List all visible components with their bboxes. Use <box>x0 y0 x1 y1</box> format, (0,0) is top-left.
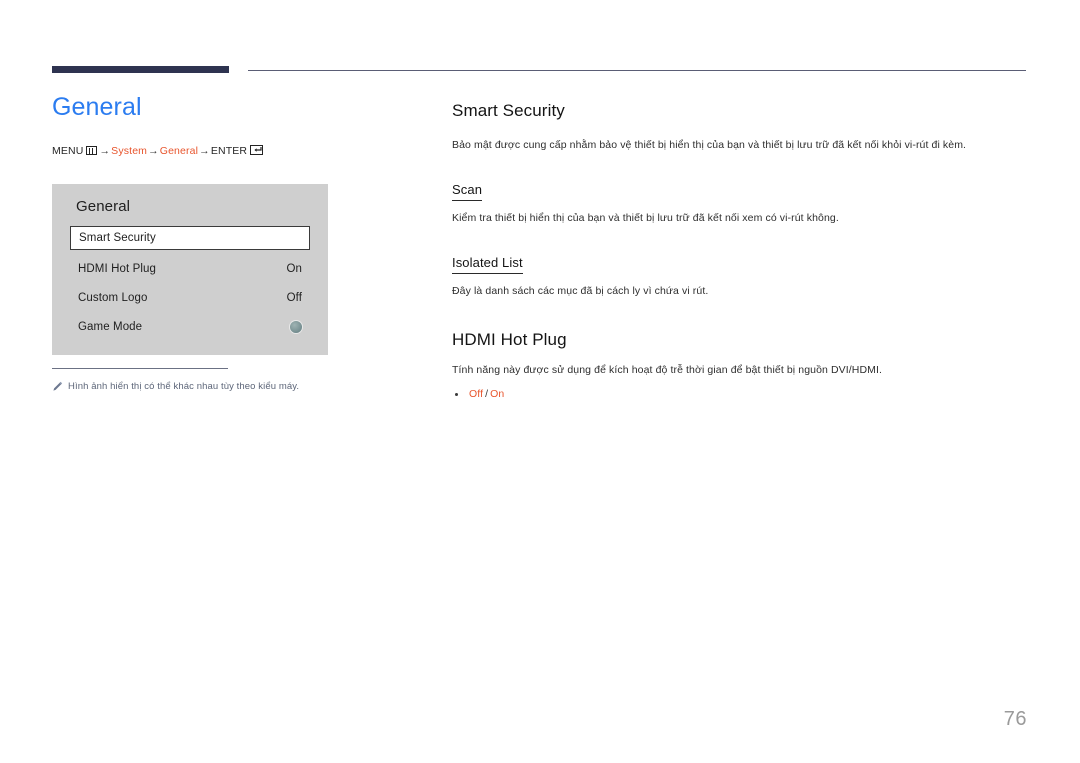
content-column: Smart Security Bảo mật được cung cấp nhằ… <box>452 100 1032 402</box>
header-accent-bar <box>52 66 229 73</box>
osd-row-label: HDMI Hot Plug <box>78 262 156 275</box>
osd-row-value: On <box>286 262 302 275</box>
osd-row-label: Smart Security <box>79 232 156 244</box>
pencil-icon <box>52 381 63 396</box>
page-number: 76 <box>1003 708 1027 730</box>
osd-row-value: Off <box>286 291 302 304</box>
breadcrumb-arrow-1: → <box>99 145 111 157</box>
hint-row: Hình ảnh hiển thị có thể khác nhau tùy t… <box>52 380 342 396</box>
osd-row-label: Custom Logo <box>78 291 148 304</box>
breadcrumb-menu-label: MENU <box>52 145 84 157</box>
breadcrumb-arrow-2: → <box>148 145 159 157</box>
osd-row-smart-security[interactable]: Smart Security <box>70 226 310 250</box>
hint-block: Hình ảnh hiển thị có thể khác nhau tùy t… <box>52 368 342 396</box>
breadcrumb-arrow-3: → <box>199 145 210 157</box>
header-rules <box>0 0 1080 80</box>
osd-menu-list: Smart Security HDMI Hot Plug On Custom L… <box>70 226 310 341</box>
menu-icon <box>85 146 97 155</box>
subsection-description-isolated-list: Đây là danh sách các mục đã bị cách ly v… <box>452 285 709 297</box>
toggle-indicator-icon[interactable] <box>290 320 302 333</box>
header-divider-line <box>248 70 1026 71</box>
section-heading-smart-security: Smart Security <box>452 101 565 120</box>
osd-row-hdmi-hot-plug[interactable]: HDMI Hot Plug On <box>70 254 310 283</box>
enter-icon <box>250 145 264 155</box>
subsection-description-scan: Kiểm tra thiết bị hiển thị của bạn và th… <box>452 212 839 224</box>
page-title: General <box>52 93 142 121</box>
breadcrumb-item-system[interactable]: System <box>111 145 147 157</box>
option-off: Off <box>469 388 484 400</box>
breadcrumb-enter-label: ENTER <box>210 145 248 157</box>
section-description-hdmi-hot-plug: Tính năng này được sử dụng để kích hoạt … <box>452 364 883 376</box>
left-column: General MENU →System→General→ENTER <box>52 92 432 158</box>
osd-panel-title: General <box>76 198 131 215</box>
breadcrumb-item-general[interactable]: General <box>160 145 198 157</box>
hint-divider <box>52 368 228 369</box>
osd-row-label: Game Mode <box>78 320 143 333</box>
osd-preview-panel: General Smart Security HDMI Hot Plug On … <box>52 184 328 355</box>
subsection-heading-isolated-list: Isolated List <box>452 254 523 274</box>
hint-text: Hình ảnh hiển thị có thể khác nhau tùy t… <box>68 381 300 392</box>
subsection-heading-scan: Scan <box>452 181 483 201</box>
option-on: On <box>490 388 505 400</box>
osd-row-custom-logo[interactable]: Custom Logo Off <box>70 283 310 312</box>
bullet-icon <box>455 393 458 396</box>
section-heading-hdmi-hot-plug: HDMI Hot Plug <box>452 330 567 349</box>
breadcrumb: MENU →System→General→ENTER <box>52 144 432 158</box>
option-list-item: Off / On <box>452 387 1032 402</box>
section-description-smart-security: Bảo mật được cung cấp nhằm bảo vệ thiết … <box>452 139 967 151</box>
osd-row-game-mode[interactable]: Game Mode <box>70 312 310 341</box>
